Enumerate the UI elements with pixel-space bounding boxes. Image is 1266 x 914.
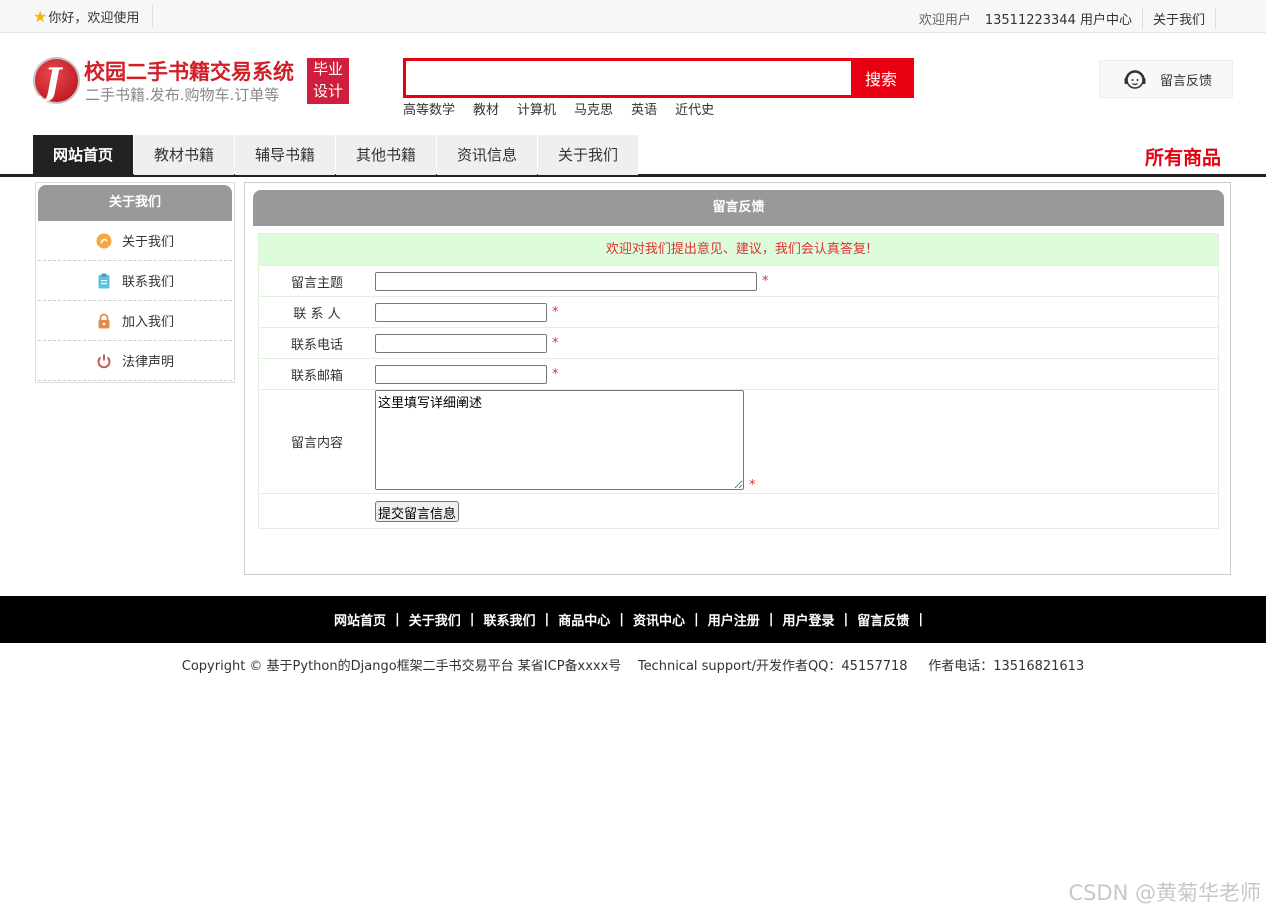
footer-link-login[interactable]: 用户登录 — [783, 610, 835, 629]
submit-button[interactable]: 提交留言信息 — [375, 500, 460, 522]
required-mark: * — [552, 366, 559, 382]
footer-separator: | — [768, 612, 774, 627]
divider — [1215, 7, 1216, 29]
greeting: ★ 你好，欢迎使用 — [33, 7, 139, 26]
feedback-form: 欢迎对我们提出意见、建议，我们会认真答复! 留言主题 * 联 系 人 * 联系电… — [258, 233, 1219, 529]
sidebar-item-label: 联系我们 — [121, 275, 174, 290]
phone-label: 联系电话 — [290, 337, 343, 353]
footer-link-news[interactable]: 资讯中心 — [633, 610, 685, 629]
about-link[interactable]: 关于我们 — [1153, 9, 1205, 28]
nav-tab-textbooks[interactable]: 教材书籍 — [134, 135, 234, 175]
subject-input[interactable] — [375, 271, 757, 291]
content-label: 留言内容 — [290, 436, 343, 451]
footer-separator: | — [394, 612, 400, 627]
sidebar-item-contact[interactable]: 联系我们 — [38, 261, 232, 301]
divider — [152, 5, 153, 27]
hot-keyword[interactable]: 计算机 — [517, 99, 556, 118]
search-bar: 搜索 — [403, 58, 914, 98]
watermark: CSDN @黄菊华老师 — [1068, 881, 1261, 905]
logo-badge-line2: 设计 — [312, 82, 343, 100]
email-label: 联系邮箱 — [290, 368, 343, 384]
copyright: Copyright © 基于Python的Django框架二手书交易平台 某省I… — [181, 659, 1085, 674]
hot-keyword[interactable]: 马克思 — [574, 99, 613, 118]
power-icon — [97, 354, 111, 368]
all-goods-link[interactable]: 所有商品 — [1145, 143, 1221, 170]
main-nav: 网站首页 教材书籍 辅导书籍 其他书籍 资讯信息 关于我们 所有商品 — [0, 134, 1266, 177]
nav-tab-tutoring-books[interactable]: 辅导书籍 — [235, 135, 335, 175]
lock-icon — [98, 313, 110, 328]
footer-separator: | — [694, 612, 699, 627]
hot-keywords: 高等数学 教材 计算机 马克思 英语 近代史 — [403, 99, 732, 118]
footer-separator: | — [843, 612, 849, 627]
hot-keyword[interactable]: 高等数学 — [403, 99, 455, 118]
email-input[interactable] — [375, 364, 547, 384]
greeting-text: 你好，欢迎使用 — [48, 11, 140, 26]
sidebar-item-legal[interactable]: 法律声明 — [38, 341, 232, 381]
footer-link-about[interactable]: 关于我们 — [409, 610, 461, 629]
nav-tab-news[interactable]: 资讯信息 — [437, 135, 537, 175]
welcome-user-text: 欢迎用户 — [918, 12, 971, 28]
footer-nav: 网站首页 | 关于我们 | 联系我们 | 商品中心 | 资讯中心 | 用户注册 | 用户登录… — [0, 596, 1266, 643]
footer-link-home[interactable]: 网站首页 — [334, 610, 386, 629]
contact-input[interactable] — [375, 302, 547, 322]
footer-separator: | — [918, 612, 924, 627]
footer-separator: | — [469, 612, 475, 627]
hot-keyword[interactable]: 英语 — [631, 99, 657, 118]
panel-title: 留言反馈 — [253, 190, 1224, 226]
submit-row: 提交留言信息 — [259, 493, 1218, 528]
footer-link-register[interactable]: 用户注册 — [708, 610, 760, 629]
divider — [1141, 7, 1143, 29]
required-mark: * — [552, 335, 559, 351]
top-bar: ★ 你好，欢迎使用 欢迎用户 13511223344 用户中心 关于我们 — [0, 0, 1266, 33]
hot-keyword[interactable]: 近代史 — [675, 99, 714, 118]
subject-row: 留言主题 * — [259, 265, 1218, 296]
user-center-link[interactable]: 13511223344 用户中心 — [985, 9, 1132, 28]
sidebar-item-label: 关于我们 — [121, 235, 174, 250]
logo-title: 校园二手书籍交易系统 — [84, 60, 294, 84]
hot-keyword[interactable]: 教材 — [473, 99, 499, 118]
logo-icon: J — [33, 57, 80, 104]
feedback-button[interactable]: 留言反馈 — [1099, 60, 1233, 98]
required-mark: * — [552, 304, 559, 320]
sidebar-title: 关于我们 — [38, 185, 232, 221]
sidebar-item-label: 加入我们 — [121, 315, 174, 330]
required-mark: * — [762, 273, 769, 289]
top-bar-right: 欢迎用户 13511223344 用户中心 关于我们 — [919, 7, 1226, 29]
feedback-label: 留言反馈 — [1160, 73, 1213, 89]
nav-tab-about[interactable]: 关于我们 — [538, 135, 638, 175]
logo-badge: 毕业 设计 — [307, 58, 349, 104]
info-icon — [96, 233, 112, 248]
footer-separator: | — [544, 612, 550, 627]
clipboard-icon — [98, 273, 110, 288]
nav-tabs: 网站首页 教材书籍 辅导书籍 其他书籍 资讯信息 关于我们 — [33, 135, 639, 175]
site-logo[interactable]: J 校园二手书籍交易系统 二手书籍.发布.购物车.订单等 毕业 设计 — [33, 57, 353, 105]
contact-row: 联 系 人 * — [259, 296, 1218, 327]
phone-input[interactable] — [375, 333, 547, 353]
phone-row: 联系电话 * — [259, 327, 1218, 358]
footer-link-contact[interactable]: 联系我们 — [483, 610, 535, 629]
footer-link-products[interactable]: 商品中心 — [558, 610, 610, 629]
logo-subtitle: 二手书籍.发布.购物车.订单等 — [85, 86, 280, 104]
footer-link-feedback[interactable]: 留言反馈 — [857, 610, 909, 629]
nav-tab-other-books[interactable]: 其他书籍 — [336, 135, 436, 175]
sidebar-item-label: 法律声明 — [121, 355, 174, 370]
sidebar-item-join[interactable]: 加入我们 — [38, 301, 232, 341]
logo-badge-line1: 毕业 — [312, 60, 343, 78]
main-panel: 留言反馈 欢迎对我们提出意见、建议，我们会认真答复! 留言主题 * 联 系 人 … — [244, 182, 1231, 575]
required-mark: * — [749, 478, 756, 493]
sidebar-item-about[interactable]: 关于我们 — [38, 221, 232, 261]
nav-tab-home[interactable]: 网站首页 — [33, 135, 133, 175]
search-input[interactable] — [406, 61, 851, 95]
content-row: 留言内容 这里填写详细阐述 * — [259, 389, 1218, 493]
content-textarea[interactable]: 这里填写详细阐述 — [375, 390, 744, 490]
search-button[interactable]: 搜索 — [851, 61, 911, 95]
customer-service-icon — [1124, 70, 1146, 89]
email-row: 联系邮箱 * — [259, 358, 1218, 389]
sidebar: 关于我们 关于我们 联系我们 加入我们 法律声明 — [35, 182, 235, 383]
star-icon: ★ — [33, 6, 48, 26]
form-banner: 欢迎对我们提出意见、建议，我们会认真答复! — [259, 234, 1218, 265]
contact-label: 联 系 人 — [293, 306, 341, 322]
footer-separator: | — [619, 612, 624, 627]
subject-label: 留言主题 — [290, 275, 343, 291]
